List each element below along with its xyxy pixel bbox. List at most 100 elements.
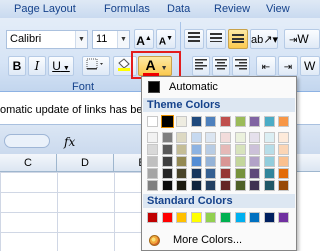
theme-color-swatch[interactable] xyxy=(220,116,231,127)
theme-color-swatch[interactable] xyxy=(278,156,290,167)
theme-color-swatch[interactable] xyxy=(263,132,275,143)
theme-color-swatch[interactable] xyxy=(147,116,158,127)
standard-color-swatch[interactable] xyxy=(205,212,217,223)
theme-color-swatch[interactable] xyxy=(205,180,217,191)
theme-color-swatch[interactable] xyxy=(147,144,158,155)
merge-center-button[interactable]: W xyxy=(300,56,320,76)
align-bottom-button[interactable] xyxy=(228,29,248,49)
theme-color-swatch[interactable] xyxy=(190,156,202,167)
theme-color-swatch[interactable] xyxy=(278,180,290,191)
tab-page-layout[interactable]: Page Layout xyxy=(14,3,76,15)
shrink-font-button[interactable]: A▼ xyxy=(156,29,176,49)
theme-color-swatch[interactable] xyxy=(263,144,275,155)
tab-formulas[interactable]: Formulas xyxy=(104,3,150,15)
theme-color-swatch[interactable] xyxy=(249,180,261,191)
theme-color-swatch[interactable] xyxy=(176,144,188,155)
theme-color-swatch[interactable] xyxy=(220,156,231,167)
theme-color-swatch[interactable] xyxy=(234,156,246,167)
align-left-button[interactable] xyxy=(192,56,210,76)
orientation-button[interactable]: ab↗▾ xyxy=(250,29,278,49)
theme-color-swatch[interactable] xyxy=(220,168,231,179)
insert-function-icon[interactable]: fx xyxy=(64,135,75,149)
worksheet-grid[interactable] xyxy=(0,172,150,251)
grow-font-button[interactable]: A▲ xyxy=(134,29,154,49)
theme-color-swatch[interactable] xyxy=(205,116,217,127)
align-center-button[interactable] xyxy=(212,56,230,76)
more-colors-option[interactable]: More Colors... xyxy=(143,231,295,249)
theme-color-swatch[interactable] xyxy=(161,156,173,167)
theme-color-swatch[interactable] xyxy=(278,132,290,143)
theme-color-swatch[interactable] xyxy=(220,144,231,155)
theme-color-swatch[interactable] xyxy=(249,132,261,143)
theme-color-swatch[interactable] xyxy=(278,168,290,179)
theme-color-swatch[interactable] xyxy=(147,168,158,179)
theme-color-swatch[interactable] xyxy=(161,132,173,143)
chevron-down-icon[interactable]: ▼ xyxy=(75,31,87,48)
chevron-down-icon[interactable]: ▼ xyxy=(117,31,129,48)
theme-color-swatch[interactable] xyxy=(234,116,246,127)
theme-color-swatch[interactable] xyxy=(176,180,188,191)
theme-color-swatch[interactable] xyxy=(263,168,275,179)
theme-color-swatch[interactable] xyxy=(205,168,217,179)
theme-color-swatch[interactable] xyxy=(263,156,275,167)
underline-button[interactable]: U ▼ xyxy=(48,56,74,76)
theme-color-swatch[interactable] xyxy=(220,180,231,191)
theme-color-swatch[interactable] xyxy=(234,180,246,191)
theme-color-swatch[interactable] xyxy=(147,180,158,191)
theme-color-swatch[interactable] xyxy=(263,116,275,127)
theme-color-swatch[interactable] xyxy=(278,144,290,155)
standard-color-swatch[interactable] xyxy=(190,212,202,223)
theme-color-swatch[interactable] xyxy=(278,116,290,127)
theme-color-swatch[interactable] xyxy=(176,132,188,143)
theme-color-swatch[interactable] xyxy=(220,132,231,143)
theme-color-swatch[interactable] xyxy=(249,116,261,127)
theme-color-swatch[interactable] xyxy=(190,180,202,191)
borders-button[interactable] xyxy=(82,56,110,76)
theme-color-swatch[interactable] xyxy=(147,156,158,167)
theme-color-swatch[interactable] xyxy=(176,156,188,167)
theme-color-swatch[interactable] xyxy=(234,168,246,179)
theme-color-swatch[interactable] xyxy=(147,132,158,143)
theme-color-swatch[interactable] xyxy=(249,168,261,179)
tab-data[interactable]: Data xyxy=(167,3,190,15)
theme-color-swatch[interactable] xyxy=(160,115,174,128)
theme-color-swatch[interactable] xyxy=(205,156,217,167)
standard-color-swatch[interactable] xyxy=(234,212,246,223)
increase-indent-button[interactable]: ⇥ xyxy=(278,56,298,76)
align-middle-button[interactable] xyxy=(206,29,226,49)
theme-color-swatch[interactable] xyxy=(190,144,202,155)
font-size-combo[interactable]: 11 ▼ xyxy=(92,30,130,49)
theme-color-swatch[interactable] xyxy=(234,132,246,143)
column-header-c[interactable]: C xyxy=(0,154,57,172)
theme-color-swatch[interactable] xyxy=(249,156,261,167)
theme-color-swatch[interactable] xyxy=(190,132,202,143)
tab-view[interactable]: View xyxy=(266,3,290,15)
theme-color-swatch[interactable] xyxy=(161,168,173,179)
theme-color-swatch[interactable] xyxy=(234,144,246,155)
bold-button[interactable]: B xyxy=(8,56,26,76)
align-right-button[interactable] xyxy=(232,56,250,76)
tab-review[interactable]: Review xyxy=(214,3,250,15)
italic-button[interactable]: I xyxy=(28,56,46,76)
automatic-color-option[interactable]: Automatic xyxy=(143,78,295,96)
theme-color-swatch[interactable] xyxy=(249,144,261,155)
theme-color-swatch[interactable] xyxy=(190,116,202,127)
standard-color-swatch[interactable] xyxy=(220,212,231,223)
standard-color-swatch[interactable] xyxy=(161,212,173,223)
column-header-d[interactable]: D xyxy=(57,154,114,172)
theme-color-swatch[interactable] xyxy=(176,168,188,179)
theme-color-swatch[interactable] xyxy=(263,180,275,191)
align-top-button[interactable] xyxy=(184,29,204,49)
decrease-indent-button[interactable]: ⇤ xyxy=(256,56,276,76)
font-name-combo[interactable]: Calibri ▼ xyxy=(6,30,88,49)
theme-color-swatch[interactable] xyxy=(205,144,217,155)
standard-color-swatch[interactable] xyxy=(176,212,188,223)
theme-color-swatch[interactable] xyxy=(205,132,217,143)
standard-color-swatch[interactable] xyxy=(147,212,158,223)
theme-color-swatch[interactable] xyxy=(190,168,202,179)
wrap-text-button[interactable]: ⇥W xyxy=(284,29,320,49)
standard-color-swatch[interactable] xyxy=(249,212,261,223)
theme-color-swatch[interactable] xyxy=(176,116,188,127)
standard-color-swatch[interactable] xyxy=(278,212,290,223)
theme-color-swatch[interactable] xyxy=(161,144,173,155)
